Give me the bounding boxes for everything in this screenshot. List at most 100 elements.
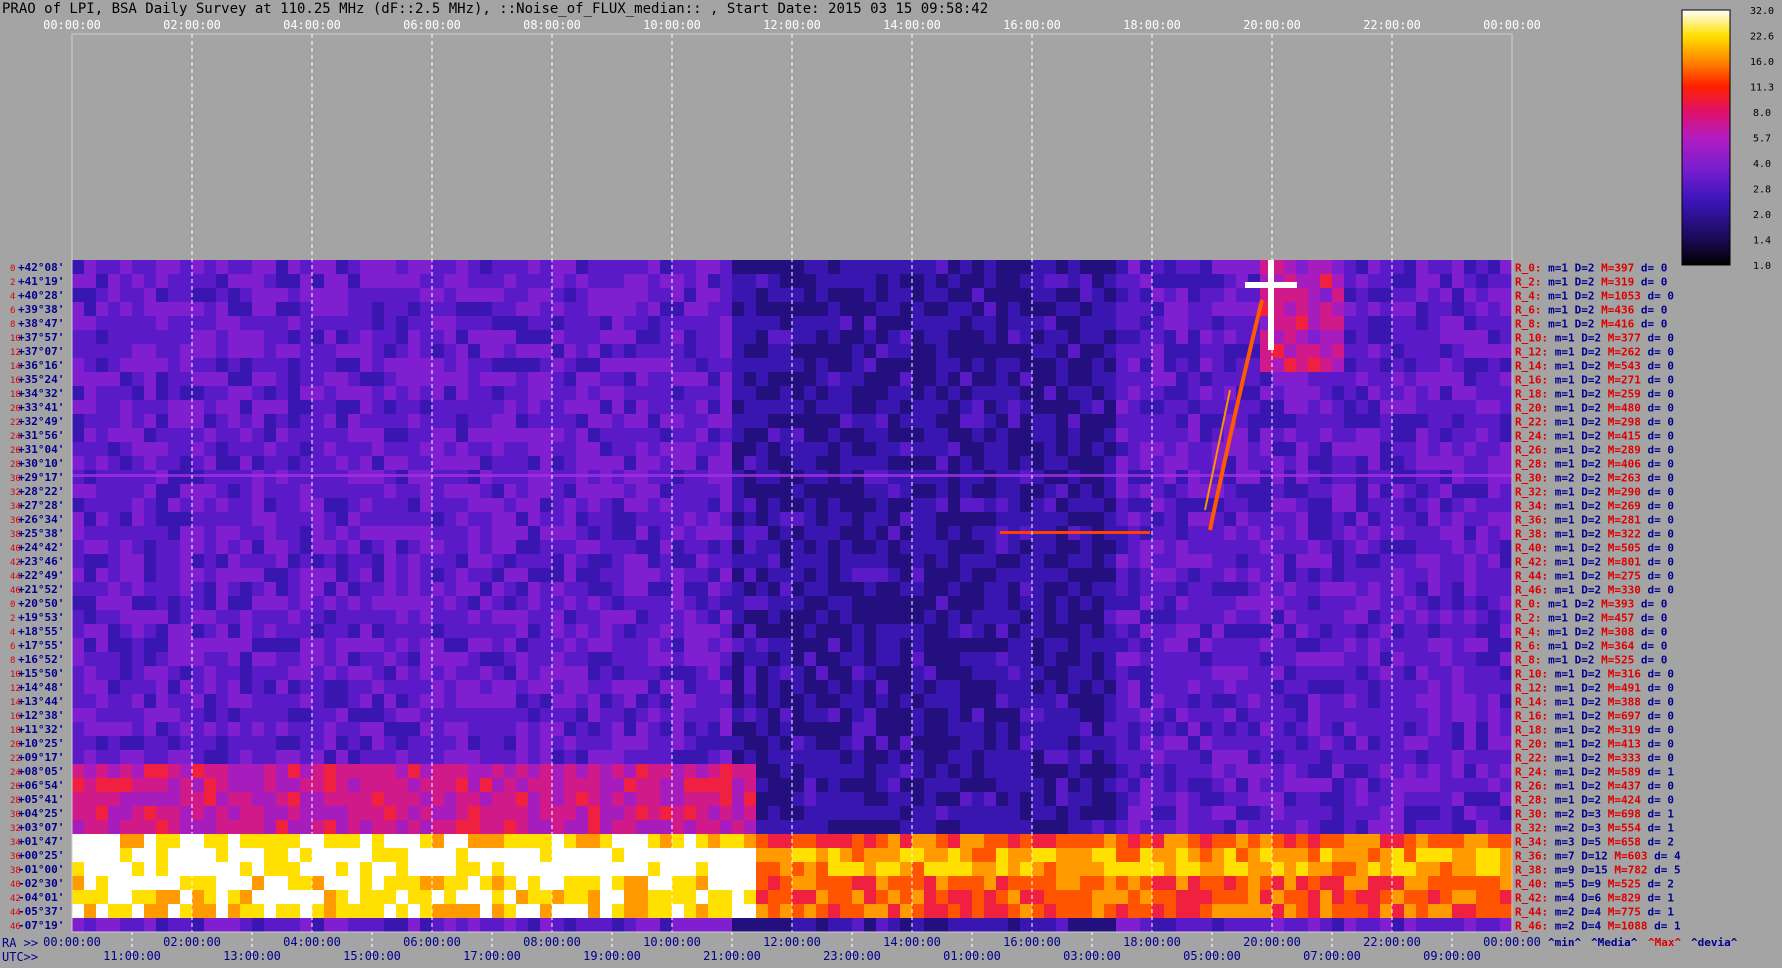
dec-label: +33°41': [18, 401, 64, 414]
colorbar: 32.0 22.6 16.0 11.3 8.0 5.7 4.0 2.8 2.0 1.4 1.0: [1681, 6, 1774, 272]
row-stat-line: R_40: m=5 D=9 M=525 d= 2: [1515, 878, 1674, 891]
dec-label: +28°22': [18, 485, 64, 498]
dec-label: +14°48': [18, 681, 64, 694]
stat-column-label: ^min^: [1548, 936, 1581, 949]
row-index-label: 8: [10, 320, 15, 330]
x-top-tick: 02:00:00: [163, 18, 221, 32]
row-stat-line: R_26: m=1 D=2 M=437 d= 0: [1515, 780, 1674, 793]
row-index-label: 2: [10, 278, 15, 288]
row-stat-line: R_20: m=1 D=2 M=480 d= 0: [1515, 402, 1674, 415]
row-stat-line: R_4: m=1 D=2 M=1053 d= 0: [1515, 290, 1674, 303]
colorbar-tick: 5.7: [1753, 134, 1771, 145]
row-index-label: 0: [10, 264, 15, 274]
colorbar-tick: 2.0: [1753, 210, 1771, 221]
utc-axis-label: UTC>>: [2, 950, 39, 964]
row-stat-line: R_30: m=2 D=3 M=698 d= 1: [1515, 808, 1674, 821]
row-stat-line: R_12: m=1 D=2 M=491 d= 0: [1515, 682, 1674, 695]
row-stat-line: R_14: m=1 D=2 M=388 d= 0: [1515, 696, 1674, 709]
x-ra-tick: 08:00:00: [523, 935, 581, 949]
dec-label: +41°19': [18, 275, 64, 288]
x-utc-tick: 13:00:00: [223, 949, 281, 963]
dec-label: +42°08': [18, 261, 64, 274]
row-index-label: 2: [10, 614, 15, 624]
x-top-tick: 14:00:00: [883, 18, 941, 32]
dec-label: +26°34': [18, 513, 64, 526]
row-stat-line: R_38: m=9 D=15 M=782 d= 5: [1515, 864, 1681, 877]
dec-label: -07°19': [18, 919, 64, 932]
row-index-label: 8: [10, 656, 15, 666]
x-utc-tick: 05:00:00: [1183, 949, 1241, 963]
dec-label: +23°46': [18, 555, 64, 568]
x-ra-tick: 06:00:00: [403, 935, 461, 949]
row-index-label: 0: [10, 600, 15, 610]
row-index-label: 4: [10, 292, 15, 302]
dec-label: +30°10': [18, 457, 64, 470]
row-stat-line: R_16: m=1 D=2 M=271 d= 0: [1515, 374, 1674, 387]
dec-label: +32°49': [18, 415, 64, 428]
row-index-label: 4: [10, 628, 15, 638]
ra-axis-label: RA >>: [2, 936, 39, 950]
dec-label: +24°42': [18, 541, 64, 554]
colorbar-tick: 11.3: [1750, 83, 1774, 94]
x-top-tick: 04:00:00: [283, 18, 341, 32]
row-stat-line: R_0: m=1 D=2 M=393 d= 0: [1515, 598, 1667, 611]
dec-label: +22°49': [18, 569, 64, 582]
x-top-tick: 20:00:00: [1243, 18, 1301, 32]
colorbar-tick: 22.6: [1750, 32, 1774, 43]
colorbar-tick: 1.0: [1753, 261, 1771, 272]
row-stat-line: R_38: m=1 D=2 M=322 d= 0: [1515, 528, 1674, 541]
x-top-tick: 16:00:00: [1003, 18, 1061, 32]
dec-label: +17°55': [18, 639, 64, 652]
row-stat-line: R_4: m=1 D=2 M=308 d= 0: [1515, 626, 1667, 639]
row-stat-line: R_6: m=1 D=2 M=436 d= 0: [1515, 304, 1667, 317]
row-stat-line: R_8: m=1 D=2 M=525 d= 0: [1515, 654, 1667, 667]
row-stat-line: R_42: m=1 D=2 M=801 d= 0: [1515, 556, 1674, 569]
dec-label: +15°50': [18, 667, 64, 680]
x-top-tick: 22:00:00: [1363, 18, 1421, 32]
row-stat-line: R_24: m=1 D=2 M=415 d= 0: [1515, 430, 1674, 443]
x-top-tick: 06:00:00: [403, 18, 461, 32]
row-stat-line: R_36: m=7 D=12 M=603 d= 4: [1515, 850, 1681, 863]
row-stat-line: R_2: m=1 D=2 M=319 d= 0: [1515, 276, 1667, 289]
x-utc-tick: 11:00:00: [103, 949, 161, 963]
dec-label: +01°47': [18, 835, 64, 848]
x-utc-tick: 15:00:00: [343, 949, 401, 963]
dec-label: -01°00': [18, 863, 64, 876]
x-utc-tick: 03:00:00: [1063, 949, 1121, 963]
row-stat-line: R_2: m=1 D=2 M=457 d= 0: [1515, 612, 1667, 625]
x-ra-tick: 18:00:00: [1123, 935, 1181, 949]
dec-label: +40°28': [18, 289, 64, 302]
x-ra-tick: 00:00:00: [43, 935, 101, 949]
row-stat-line: R_42: m=4 D=6 M=829 d= 1: [1515, 892, 1674, 905]
row-stat-line: R_22: m=1 D=2 M=333 d= 0: [1515, 752, 1674, 765]
dec-label: +05°41': [18, 793, 64, 806]
x-utc-tick: 19:00:00: [583, 949, 641, 963]
dec-label: +37°57': [18, 331, 64, 344]
x-top-tick: 00:00:00: [1483, 18, 1541, 32]
x-utc-tick: 23:00:00: [823, 949, 881, 963]
dec-label: +31°04': [18, 443, 64, 456]
row-stat-line: R_44: m=2 D=4 M=775 d= 1: [1515, 906, 1674, 919]
row-stat-line: R_24: m=1 D=2 M=589 d= 1: [1515, 766, 1674, 779]
dec-label: +11°32': [18, 723, 64, 736]
x-utc-tick: 01:00:00: [943, 949, 1001, 963]
x-top-tick: 18:00:00: [1123, 18, 1181, 32]
row-stat-line: R_26: m=1 D=2 M=289 d= 0: [1515, 444, 1674, 457]
stat-column-label: ^Media^: [1591, 936, 1638, 949]
dec-label: +19°53': [18, 611, 64, 624]
stat-column-label: ^Max^: [1648, 936, 1681, 949]
dec-label: +10°25': [18, 737, 64, 750]
row-stat-line: R_6: m=1 D=2 M=364 d= 0: [1515, 640, 1667, 653]
row-stat-line: R_40: m=1 D=2 M=505 d= 0: [1515, 542, 1674, 555]
stat-column-label: ^devia^: [1691, 936, 1738, 949]
colorbar-tick: 8.0: [1753, 108, 1771, 119]
dec-label: +20°50': [18, 597, 64, 610]
colorbar-tick: 32.0: [1750, 6, 1774, 17]
dec-label: +37°07': [18, 345, 64, 358]
dec-label: +21°52': [18, 583, 64, 596]
row-stat-line: R_18: m=1 D=2 M=319 d= 0: [1515, 724, 1674, 737]
row-stat-line: R_32: m=1 D=2 M=290 d= 0: [1515, 486, 1674, 499]
x-ra-tick: 14:00:00: [883, 935, 941, 949]
row-stat-line: R_10: m=1 D=2 M=377 d= 0: [1515, 332, 1674, 345]
dec-label: +00°25': [18, 849, 64, 862]
